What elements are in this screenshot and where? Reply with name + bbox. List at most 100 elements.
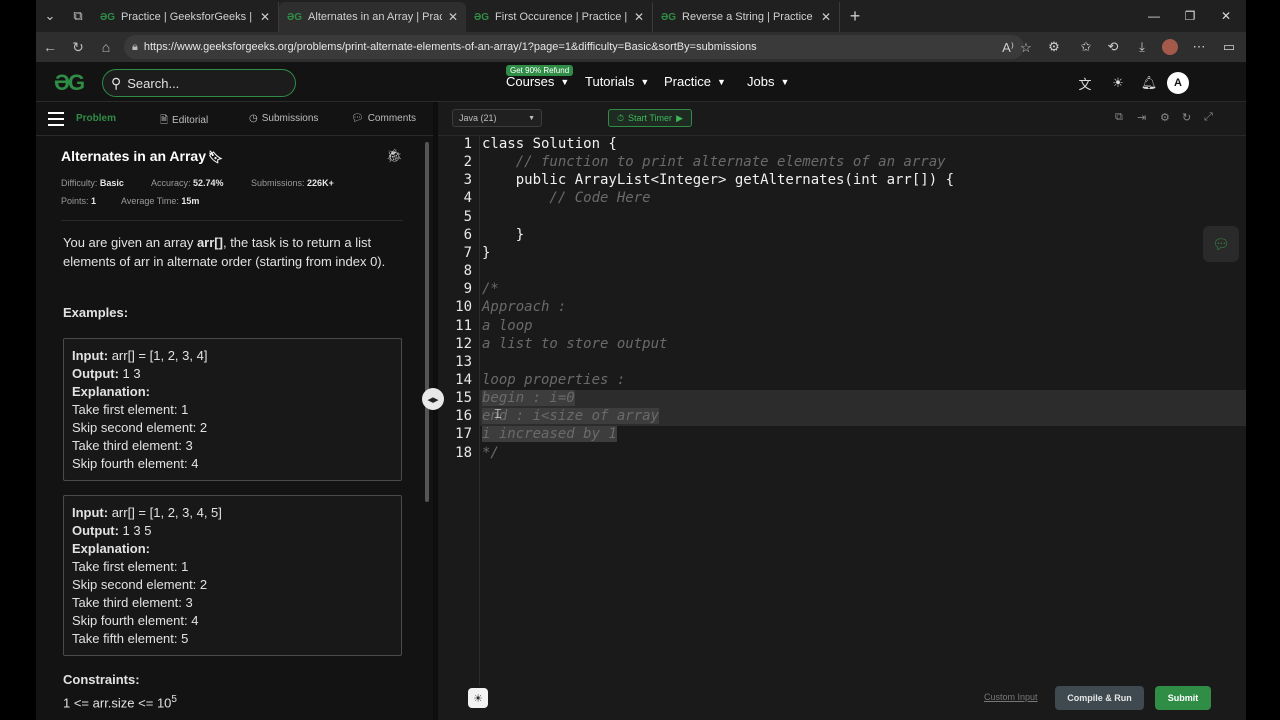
clock-icon: ◷: [249, 113, 258, 124]
export-icon[interactable]: ⇥: [1137, 111, 1146, 124]
gfg-favicon-icon: ƏG: [474, 11, 490, 23]
tab-problem[interactable]: Problem: [76, 113, 116, 124]
gfg-favicon-icon: ƏG: [661, 11, 677, 23]
line-number: 7: [463, 244, 472, 261]
difficulty: Difficulty: Basic: [61, 178, 124, 188]
code-line: }: [482, 226, 525, 243]
mouse-cursor-icon: ⌶: [494, 406, 502, 421]
translate-icon[interactable]: 文: [1074, 72, 1096, 94]
more-menu-icon[interactable]: ⋯: [1186, 32, 1212, 62]
play-icon: ▶: [676, 112, 683, 123]
line-number: 10: [455, 299, 472, 316]
browser-tab[interactable]: ƏG Reverse a String | Practice | Geeksfo…: [653, 2, 840, 32]
line-number-gutter: 1 2 3 4 5 6 7 8 9 10 11 12 13 14 15 16 17 18: [438, 136, 480, 686]
scrollbar[interactable]: [425, 142, 429, 502]
line-number: 3: [463, 172, 472, 189]
line-number: 5: [463, 208, 472, 225]
close-tab-icon[interactable]: ✕: [634, 10, 644, 24]
constraint-text: 1 <= arr.size <= 105: [63, 694, 177, 711]
user-avatar[interactable]: A: [1167, 72, 1189, 94]
line-number: 13: [455, 353, 472, 370]
favorite-star-icon[interactable]: ☆: [1013, 33, 1039, 63]
url-input[interactable]: 🔒︎ https://www.geeksforgeeks.org/problem…: [124, 35, 1024, 59]
close-tab-icon[interactable]: ✕: [821, 10, 831, 24]
copy-icon[interactable]: ⧉: [1115, 111, 1123, 124]
minimize-icon[interactable]: —: [1136, 0, 1172, 32]
settings-icon[interactable]: ⚙: [1160, 111, 1170, 124]
downloads-icon[interactable]: ⤓: [1129, 32, 1155, 62]
timer-icon: ⏱: [617, 112, 625, 123]
hamburger-menu-icon[interactable]: [48, 112, 64, 126]
example-2: Input: arr[] = [1, 2, 3, 4, 5] Output: 1…: [63, 495, 402, 656]
examples-label: Examples:: [63, 305, 129, 320]
submit-button[interactable]: Submit: [1155, 686, 1211, 710]
reset-icon[interactable]: ↻: [1182, 111, 1191, 124]
favorites-icon[interactable]: ✩: [1073, 32, 1099, 62]
browser-tab-active[interactable]: ƏG Alternates in an Array | Practice | G…: [279, 2, 466, 32]
close-window-icon[interactable]: ✕: [1208, 0, 1244, 32]
tab-menu-chevron-icon[interactable]: ⌄: [36, 4, 64, 28]
lightbulb-icon[interactable]: ☀: [468, 688, 488, 708]
code-line: class Solution {: [482, 136, 617, 152]
tab-comments[interactable]: 💬︎ Comments: [351, 113, 416, 124]
resize-handle-icon[interactable]: ◂▸: [422, 388, 444, 410]
problem-panel: Problem 🗎︎ Editorial ◷ Submissions 💬︎ Comme…: [36, 102, 433, 720]
chat-icon[interactable]: 💬︎: [1203, 226, 1239, 262]
tab-title: First Occurence | Practice | Geeksfor: [495, 11, 628, 23]
start-timer-button[interactable]: ⏱ Start Timer ▶: [608, 109, 692, 127]
average-time: Average Time: 15m: [121, 196, 200, 206]
sidebar-toggle-icon[interactable]: ▭: [1216, 32, 1242, 62]
search-input[interactable]: ⚲ Search...: [102, 69, 296, 97]
problem-description: You are given an array arr[], the task i…: [63, 235, 386, 269]
tab-submissions[interactable]: ◷ Submissions: [249, 113, 318, 124]
example-1: Input: arr[] = [1, 2, 3, 4] Output: 1 3 …: [63, 338, 402, 481]
restore-icon[interactable]: ❐: [1172, 0, 1208, 32]
custom-input-link[interactable]: Custom Input: [984, 692, 1038, 702]
code-line: }: [482, 244, 491, 261]
tab-editorial[interactable]: 🗎︎ Editorial: [160, 113, 208, 130]
code-line: // function to print alternate elements …: [482, 154, 946, 171]
browser-tab[interactable]: ƏG First Occurence | Practice | Geeksfor…: [466, 2, 653, 32]
code-line: i increased by 1: [482, 426, 617, 443]
history-icon[interactable]: ⟲: [1100, 32, 1126, 62]
line-number: 1: [463, 136, 472, 152]
back-icon[interactable]: ←: [36, 39, 64, 55]
theme-toggle-icon[interactable]: ☀: [1107, 72, 1129, 94]
code-line: public ArrayList<Integer> getAlternates(…: [482, 172, 955, 189]
compile-run-button[interactable]: Compile & Run: [1055, 686, 1144, 710]
line-number: 18: [455, 444, 472, 461]
home-icon[interactable]: ⌂: [92, 39, 120, 55]
new-tab-icon[interactable]: +: [840, 6, 870, 27]
chevron-down-icon: ▼: [560, 77, 570, 87]
gfg-logo[interactable]: ƏG: [54, 70, 85, 96]
menu-courses[interactable]: Courses ▼: [506, 74, 569, 89]
line-number: 8: [463, 263, 472, 280]
bookmark-icon[interactable]: 🔖︎: [208, 150, 223, 164]
line-number: 12: [455, 335, 472, 352]
gfg-favicon-icon: ƏG: [100, 11, 116, 23]
refresh-icon[interactable]: ↻: [64, 39, 92, 56]
browser-tab-strip: ⌄ ⧉ ƏG Practice | GeeksforGeeks | A comp…: [36, 0, 1246, 32]
problem-tabs: Problem 🗎︎ Editorial ◷ Submissions 💬︎ Comme…: [36, 102, 433, 136]
code-editor-panel: Java (21) ▼ ⏱ Start Timer ▶ ⧉ ⇥ ⚙ ↻ ⤢ 12345…: [438, 102, 1246, 720]
menu-jobs[interactable]: Jobs ▼: [747, 74, 789, 89]
chevron-down-icon: ▼: [640, 77, 650, 87]
fullscreen-icon[interactable]: ⤢: [1204, 111, 1213, 124]
search-icon: ⚲: [111, 74, 122, 91]
code-line: Approach :: [482, 299, 567, 316]
extensions-icon[interactable]: ⚙: [1041, 32, 1067, 62]
profile-picture-icon[interactable]: [1157, 32, 1183, 62]
document-icon: 🗎︎: [160, 115, 169, 126]
workspaces-icon[interactable]: ⧉: [64, 4, 92, 28]
close-tab-icon[interactable]: ✕: [448, 10, 458, 24]
menu-tutorials[interactable]: Tutorials ▼: [585, 74, 649, 89]
report-bug-icon[interactable]: 🐞︎: [386, 148, 403, 164]
accuracy: Accuracy: 52.74%: [151, 178, 224, 188]
close-tab-icon[interactable]: ✕: [260, 10, 270, 24]
language-select[interactable]: Java (21) ▼: [452, 109, 542, 127]
points: Points: 1: [61, 196, 97, 206]
tab-title: Reverse a String | Practice | Geeksfo: [682, 11, 815, 23]
notification-bell-icon[interactable]: 🔔︎: [1138, 72, 1160, 94]
menu-practice[interactable]: Practice ▼: [664, 74, 726, 89]
browser-tab[interactable]: ƏG Practice | GeeksforGeeks | A comp ✕: [92, 2, 279, 32]
